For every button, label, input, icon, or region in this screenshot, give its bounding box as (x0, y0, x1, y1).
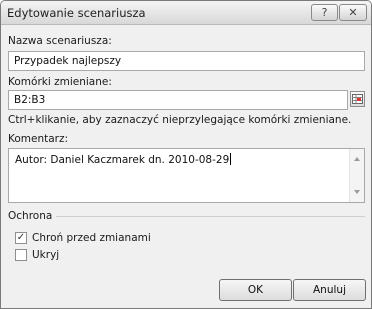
help-button[interactable]: ? (311, 4, 338, 21)
scroll-down-icon[interactable] (354, 190, 360, 194)
comment-label: Komentarz: (8, 133, 69, 145)
prevent-changes-checkbox[interactable]: ✓ (15, 232, 27, 244)
text-caret (230, 153, 232, 165)
title-bar: Edytowanie scenariusza ? ✕ (1, 1, 371, 25)
scenario-name-label: Nazwa scenariusza: (8, 35, 112, 47)
close-button[interactable]: ✕ (339, 4, 367, 21)
range-select-button[interactable] (350, 91, 365, 107)
comment-scrollbar[interactable] (349, 149, 364, 202)
protection-group-divider (56, 216, 365, 217)
close-icon: ✕ (348, 6, 358, 19)
scroll-up-icon[interactable] (354, 157, 360, 161)
prevent-changes-option[interactable]: ✓ Chroń przed zmianami (15, 232, 151, 244)
changing-cells-input[interactable]: B2:B3 (8, 90, 348, 110)
cancel-button[interactable]: Anuluj (293, 279, 366, 301)
changing-cells-hint: Ctrl+klikanie, aby zaznaczyć nieprzylega… (8, 114, 352, 126)
protection-group-label: Ochrona (8, 210, 53, 222)
hide-checkbox[interactable] (15, 249, 27, 261)
hide-label: Ukryj (32, 249, 60, 261)
ok-button[interactable]: OK (219, 279, 292, 301)
comment-textarea[interactable]: Autor: Daniel Kaczmarek dn. 2010-08-29 (8, 148, 365, 203)
hide-option[interactable]: Ukryj (15, 249, 59, 261)
prevent-changes-label: Chroń przed zmianami (32, 232, 151, 244)
comment-text: Autor: Daniel Kaczmarek dn. 2010-08-29 (15, 153, 232, 166)
changing-cells-label: Komórki zmieniane: (8, 76, 112, 88)
scenario-name-input[interactable]: Przypadek najlepszy (8, 51, 365, 71)
window-title: Edytowanie scenariusza (7, 6, 146, 20)
scenario-edit-dialog: Edytowanie scenariusza ? ✕ Nazwa scenari… (0, 0, 372, 309)
comment-value: Autor: Daniel Kaczmarek dn. 2010-08-29 (15, 154, 230, 166)
range-select-icon (352, 94, 363, 104)
help-icon: ? (321, 6, 328, 19)
